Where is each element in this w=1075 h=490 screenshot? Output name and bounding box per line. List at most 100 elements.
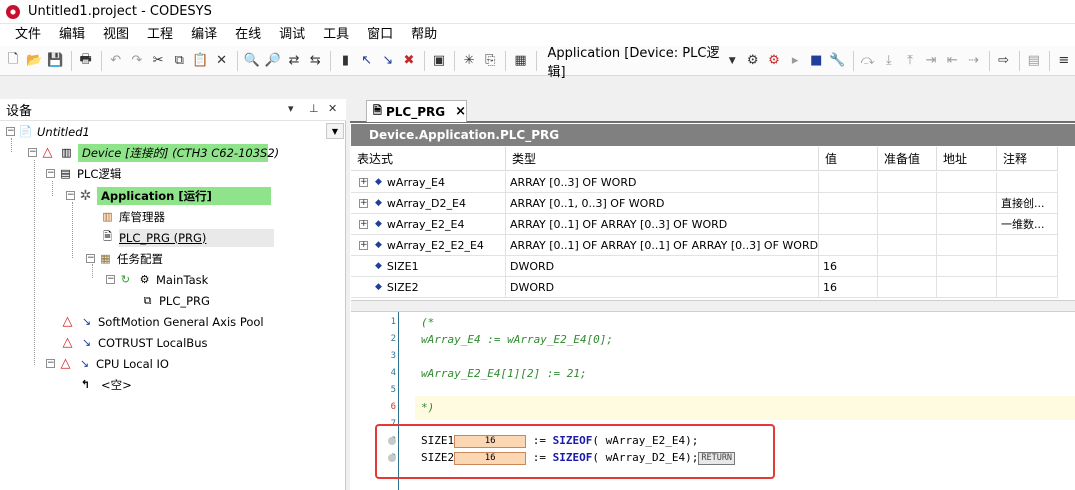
start-icon[interactable]: ▸	[785, 50, 805, 72]
write-values-icon[interactable]: ⇨	[994, 50, 1014, 72]
properties-icon[interactable]: ⎘	[480, 50, 500, 72]
menu-edit[interactable]: 编辑	[50, 24, 94, 46]
menu-help[interactable]: 帮助	[402, 24, 446, 46]
tree-scroll-dropdown[interactable]: ▼	[326, 123, 344, 139]
stop-icon[interactable]: ■	[806, 50, 826, 72]
find-icon[interactable]: 🔍	[242, 50, 262, 72]
window-icon[interactable]: ▣	[429, 50, 449, 72]
run-to-cursor-icon[interactable]: ⇥	[921, 50, 941, 72]
pin-icon[interactable]: ⊥	[309, 102, 319, 115]
replace-icon[interactable]: ⇄	[284, 50, 304, 72]
table-row[interactable]: + ◆ wArray_D2_E4	[351, 193, 506, 214]
row-comment	[997, 235, 1058, 256]
tree-label-project: Untitled1	[37, 124, 90, 139]
tree-node-main-task-prg[interactable]: ⧉ PLC_PRG	[140, 290, 210, 311]
delete-icon[interactable]: ✕	[212, 50, 232, 72]
table-row[interactable]: + ◆ wArray_E2_E4	[351, 214, 506, 235]
expand-icon[interactable]: +	[359, 219, 368, 229]
tree-node-library-manager[interactable]: ▥ 库管理器	[100, 206, 165, 227]
menu-view[interactable]: 视图	[94, 24, 138, 46]
tree-node-application[interactable]: − ✲ Application [运行]	[66, 185, 271, 206]
new-file-icon[interactable]: 🗋	[3, 50, 23, 72]
set-next-statement-icon[interactable]: ⇤	[942, 50, 962, 72]
collapse-icon[interactable]: −	[86, 254, 95, 263]
more-tools-icon[interactable]: ≡	[1054, 50, 1074, 72]
collapse-icon[interactable]: −	[106, 275, 115, 284]
step-into-icon[interactable]: ⤓	[879, 50, 899, 72]
force-values-icon[interactable]: ▤	[1024, 50, 1044, 72]
table-row[interactable]: + ◆ wArray_E4	[351, 172, 506, 193]
logout-icon[interactable]: ⚙	[764, 50, 784, 72]
row-prepared-value[interactable]	[878, 235, 937, 256]
panel-menu-icon[interactable]: ▾	[288, 102, 294, 115]
column-header-value[interactable]: 值	[819, 147, 878, 171]
tree-node-task-config[interactable]: − ▦ 任务配置	[86, 248, 163, 269]
login-icon[interactable]: ⚙	[743, 50, 763, 72]
build-icon[interactable]: ▦	[510, 50, 530, 72]
find-in-project-icon[interactable]: 🔎	[263, 50, 283, 72]
tree-node-main-task[interactable]: − ↻ ⚙ MainTask	[106, 269, 208, 290]
paste-icon[interactable]: 📋	[190, 50, 210, 72]
tree-node-empty-slot[interactable]: ↰ <空>	[78, 374, 132, 395]
tab-plc-prg[interactable]: 🗎 PLC_PRG ×	[366, 100, 467, 122]
bookmark-icon[interactable]: ▮	[335, 50, 355, 72]
row-prepared-value[interactable]	[878, 214, 937, 235]
tree-node-cotrust[interactable]: △ ↘ COTRUST LocalBus	[60, 332, 208, 353]
column-header-prepared-value[interactable]: 准备值	[878, 147, 937, 171]
editor-splitter[interactable]	[351, 300, 1075, 312]
menu-debug[interactable]: 调试	[270, 24, 314, 46]
step-out-icon[interactable]: ⤒	[900, 50, 920, 72]
bookmark-clear-icon[interactable]: ✖	[399, 50, 419, 72]
redo-icon[interactable]: ↷	[127, 50, 147, 72]
table-row[interactable]: ◆ SIZE2	[351, 277, 506, 298]
column-header-type[interactable]: 类型	[506, 147, 819, 171]
menu-tools[interactable]: 工具	[314, 24, 358, 46]
expand-icon[interactable]: +	[359, 240, 368, 250]
tree-node-plc-logic[interactable]: − ▤ PLC逻辑	[46, 163, 121, 184]
tree-node-project[interactable]: − 📄 Untitled1	[6, 121, 90, 142]
copy-icon[interactable]: ⧉	[169, 50, 189, 72]
task-stack-icon: ⚙	[139, 273, 150, 286]
menu-file[interactable]: 文件	[6, 24, 50, 46]
replace-all-icon[interactable]: ⇆	[305, 50, 325, 72]
step-over-icon[interactable]: ⤼	[857, 50, 877, 72]
close-icon[interactable]: ×	[455, 104, 466, 119]
save-icon[interactable]: 💾	[45, 50, 65, 72]
menu-online[interactable]: 在线	[226, 24, 270, 46]
collapse-icon[interactable]: −	[6, 127, 15, 136]
menu-build[interactable]: 编译	[182, 24, 226, 46]
row-prepared-value[interactable]	[878, 256, 937, 277]
table-row[interactable]: ◆ SIZE1	[351, 256, 506, 277]
application-selector[interactable]: Application [Device: PLC逻辑] ▼	[541, 46, 743, 80]
bookmark-prev-icon[interactable]: ↖	[357, 50, 377, 72]
close-icon[interactable]: ✕	[328, 102, 337, 115]
collapse-icon[interactable]: −	[46, 169, 55, 178]
bookmark-next-icon[interactable]: ↘	[378, 50, 398, 72]
window-title: Untitled1.project - CODESYS	[28, 4, 212, 19]
row-prepared-value[interactable]	[878, 277, 937, 298]
collapse-icon[interactable]: −	[66, 191, 75, 200]
open-folder-icon[interactable]: 📂	[24, 50, 44, 72]
menu-window[interactable]: 窗口	[358, 24, 402, 46]
row-prepared-value[interactable]	[878, 193, 937, 214]
show-current-statement-icon[interactable]: ⇢	[963, 50, 983, 72]
column-header-comment[interactable]: 注释	[997, 147, 1058, 171]
tree-node-cpu-local-io[interactable]: − △ ↘ CPU Local IO	[46, 353, 169, 374]
table-row[interactable]: + ◆ wArray_E2_E2_E4	[351, 235, 506, 256]
column-header-address[interactable]: 地址	[937, 147, 997, 171]
tree-node-plc-prg[interactable]: 🗎 PLC_PRG (PRG)	[100, 227, 274, 248]
cut-icon[interactable]: ✂	[148, 50, 168, 72]
collapse-icon[interactable]: −	[46, 359, 55, 368]
expand-icon[interactable]: +	[359, 198, 368, 208]
column-header-expression[interactable]: 表达式	[351, 147, 506, 171]
row-prepared-value[interactable]	[878, 172, 937, 193]
menu-project[interactable]: 工程	[138, 24, 182, 46]
reset-icon[interactable]: 🔧	[827, 50, 847, 72]
new-object-icon[interactable]: ✳	[459, 50, 479, 72]
tree-node-softmotion[interactable]: △ ↘ SoftMotion General Axis Pool	[60, 311, 264, 332]
undo-icon[interactable]: ↶	[106, 50, 126, 72]
expand-icon[interactable]: +	[359, 177, 368, 187]
tree-node-device[interactable]: − △ ▥ Device [连接的] (CTH3 C62-103S2)	[28, 142, 279, 163]
print-icon[interactable]: 🖶	[75, 50, 95, 72]
collapse-icon[interactable]: −	[28, 148, 37, 157]
